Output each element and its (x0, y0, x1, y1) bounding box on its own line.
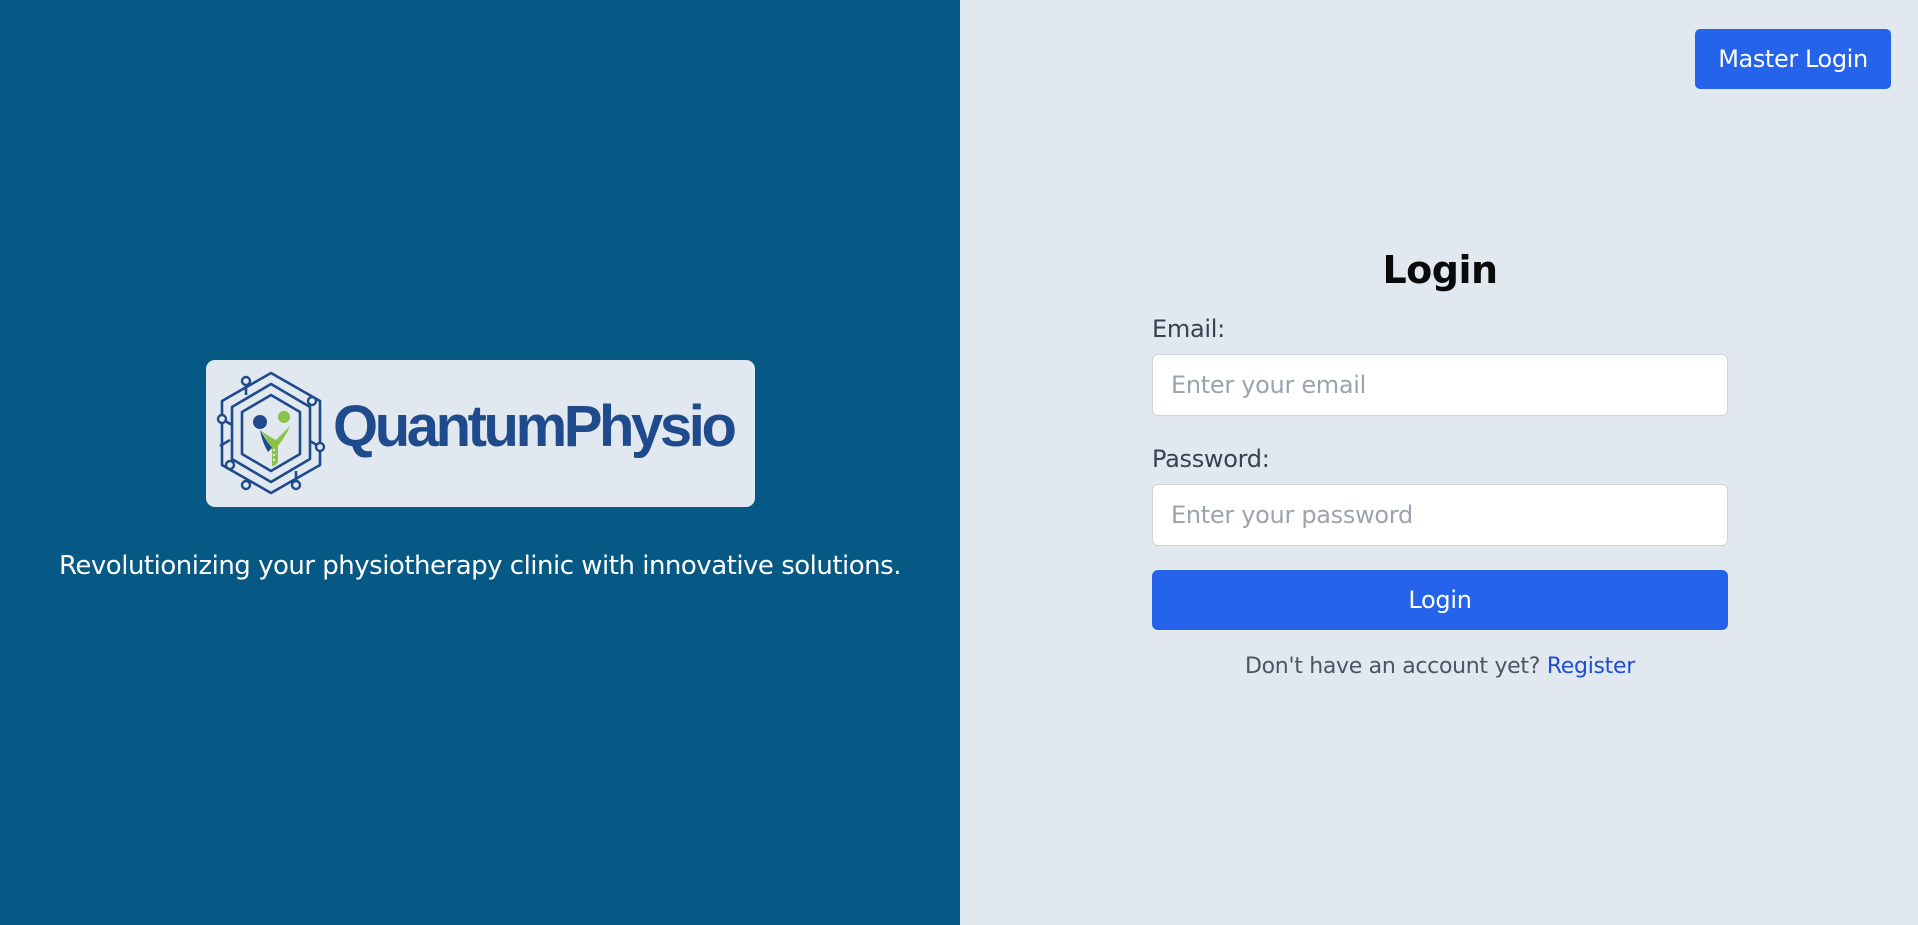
login-panel: Master Login Login Email: Password: Logi… (960, 0, 1918, 925)
register-link[interactable]: Register (1547, 654, 1635, 679)
email-label: Email: (1152, 315, 1225, 343)
password-group: Password: (1152, 444, 1728, 546)
login-button[interactable]: Login (1152, 570, 1728, 630)
logo-wordmark: QuantumPhysio (333, 394, 737, 459)
email-field[interactable] (1152, 354, 1728, 416)
logo: QuantumPhysio (206, 360, 755, 507)
password-label: Password: (1152, 445, 1270, 473)
master-login-button[interactable]: Master Login (1695, 29, 1891, 89)
login-form: Login Email: Password: Login Don't have … (1152, 244, 1728, 679)
tagline: Revolutionizing your physiotherapy clini… (59, 551, 901, 581)
email-group: Email: (1152, 314, 1728, 416)
password-field[interactable] (1152, 484, 1728, 546)
brand-panel: QuantumPhysio Revolutionizing your physi… (0, 0, 960, 925)
register-prompt: Don't have an account yet? (1245, 654, 1541, 679)
register-row: Don't have an account yet? Register (1152, 654, 1728, 679)
quantum-physio-emblem-icon (216, 371, 326, 495)
login-title: Login (1382, 248, 1498, 292)
